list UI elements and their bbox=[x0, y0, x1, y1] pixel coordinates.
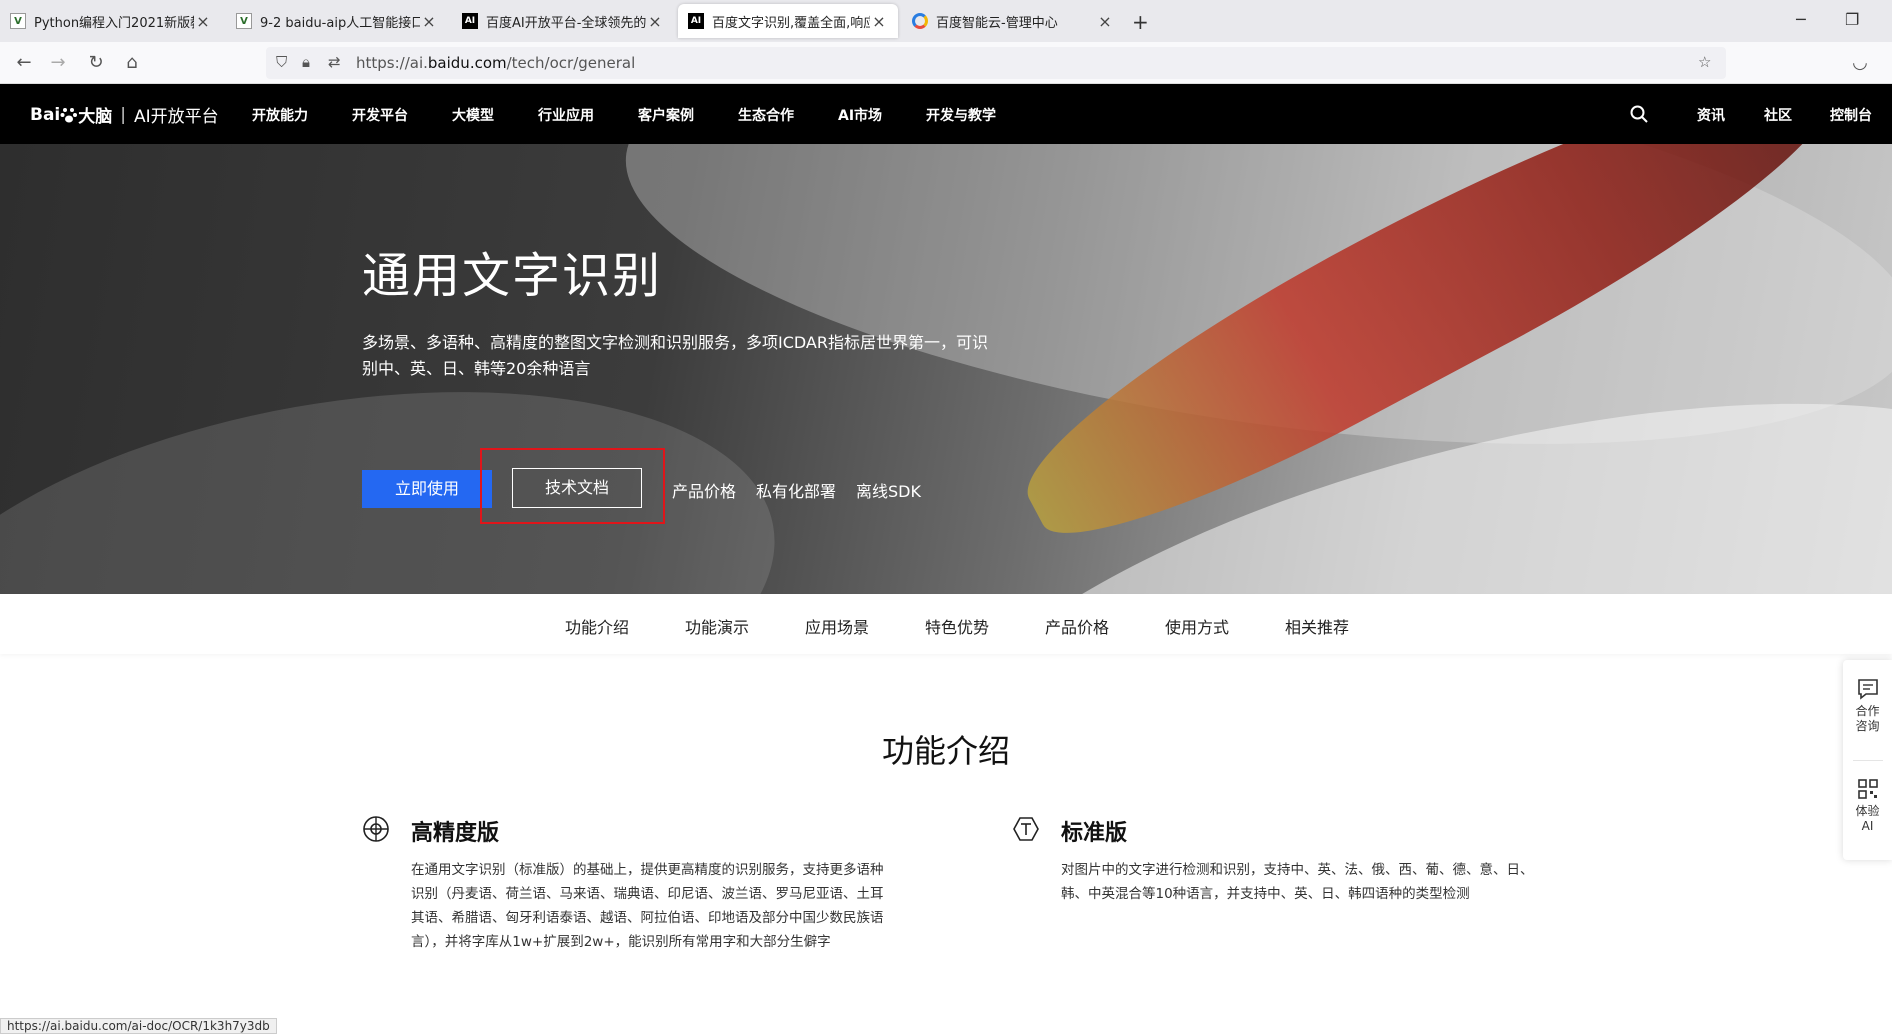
nav-item[interactable]: AI市场 bbox=[838, 105, 882, 125]
nav-item[interactable]: 开发与教学 bbox=[926, 105, 996, 125]
tab-recommend[interactable]: 相关推荐 bbox=[1285, 614, 1349, 638]
lock-icon[interactable]: 🔒︎ bbox=[302, 53, 310, 71]
restore-icon[interactable]: ❐ bbox=[1845, 10, 1859, 29]
private-deploy-link[interactable]: 私有化部署 bbox=[756, 478, 836, 502]
permissions-icon[interactable]: ⇄ bbox=[328, 53, 341, 71]
tab-title: 百度文字识别,覆盖全面,响应迅 bbox=[712, 15, 870, 31]
url-text[interactable]: https://ai.baidu.com/tech/ocr/general bbox=[356, 54, 635, 72]
new-tab-icon[interactable]: + bbox=[1132, 10, 1149, 34]
tab-pricing[interactable]: 产品价格 bbox=[1045, 614, 1109, 638]
use-now-button[interactable]: 立即使用 bbox=[362, 470, 492, 508]
shield-icon[interactable]: ⛉ bbox=[276, 53, 287, 71]
chat-icon bbox=[1857, 679, 1878, 700]
try-ai-label: 体验AI bbox=[1855, 804, 1880, 833]
tab-title: 百度智能云-管理中心 bbox=[936, 15, 1058, 31]
bookmark-star-icon[interactable]: ☆ bbox=[1698, 53, 1711, 71]
offline-sdk-link[interactable]: 离线SDK bbox=[856, 478, 921, 502]
page-title: 通用文字识别 bbox=[362, 248, 663, 304]
community-link[interactable]: 社区 bbox=[1764, 105, 1792, 125]
link-status-bar: https://ai.baidu.com/ai-doc/OCR/1k3h7y3d… bbox=[0, 1018, 277, 1034]
forward-icon[interactable]: → bbox=[46, 51, 70, 75]
consult-button[interactable]: 合作咨询 bbox=[1843, 678, 1892, 734]
tab-title: 9-2 baidu-aip人工智能接口（2 bbox=[260, 15, 420, 31]
v-icon: V bbox=[236, 13, 252, 29]
minimize-icon[interactable]: ─ bbox=[1796, 10, 1806, 29]
tab-usage[interactable]: 使用方式 bbox=[1165, 614, 1229, 638]
feature-name: 高精度版 bbox=[411, 821, 500, 846]
address-bar[interactable]: ⛉ 🔒︎ ⇄ https://ai.baidu.com/tech/ocr/gen… bbox=[266, 47, 1726, 79]
browser-tab-strip: V Python编程入门2021新版教程 × V 9-2 baidu-aip人工… bbox=[0, 0, 1892, 42]
floating-side-widget: 合作咨询 体验AI bbox=[1843, 660, 1892, 860]
nav-item[interactable]: 客户案例 bbox=[638, 105, 694, 125]
hero-banner: 通用文字识别 多场景、多语种、高精度的整图文字检测和识别服务，多项ICDAR指标… bbox=[0, 144, 1892, 594]
tab-title: Python编程入门2021新版教程 bbox=[34, 15, 194, 31]
paw-icon bbox=[60, 107, 78, 122]
nav-item[interactable]: 生态合作 bbox=[738, 105, 794, 125]
tab-advantages[interactable]: 特色优势 bbox=[925, 614, 989, 638]
reload-icon[interactable]: ↻ bbox=[84, 51, 108, 75]
target-icon bbox=[363, 816, 389, 842]
browser-tab[interactable]: V Python编程入门2021新版教程 × bbox=[0, 4, 222, 38]
close-icon[interactable]: × bbox=[1096, 12, 1114, 31]
consult-label: 合作咨询 bbox=[1855, 704, 1880, 733]
home-icon[interactable]: ⌂ bbox=[120, 51, 144, 75]
nav-item[interactable]: 开发平台 bbox=[352, 105, 408, 125]
text-t-icon bbox=[1013, 817, 1039, 841]
feature-description: 对图片中的文字进行检测和识别，支持中、英、法、俄、西、葡、德、意、日、韩、中英混… bbox=[1061, 862, 1534, 902]
v-icon: V bbox=[10, 13, 26, 29]
tab-scenarios[interactable]: 应用场景 bbox=[805, 614, 869, 638]
close-icon[interactable]: × bbox=[420, 12, 438, 31]
qr-code-icon bbox=[1857, 779, 1878, 799]
nav-item[interactable]: 大模型 bbox=[452, 105, 494, 125]
browser-toolbar: ← → ↻ ⌂ ⛉ 🔒︎ ⇄ https://ai.baidu.com/tech… bbox=[0, 42, 1892, 84]
hero-description: 多场景、多语种、高精度的整图文字检测和识别服务，多项ICDAR指标居世界第一，可… bbox=[362, 333, 988, 378]
cloud-icon bbox=[912, 13, 928, 29]
site-header: Bai 大脑 | AI开放平台 开放能力 开发平台 大模型 行业应用 客户案例 … bbox=[0, 84, 1892, 144]
close-icon[interactable]: × bbox=[646, 12, 664, 31]
highlight-frame bbox=[480, 448, 665, 524]
browser-tab-active[interactable]: AI 百度文字识别,覆盖全面,响应迅 × bbox=[678, 4, 898, 38]
feature-description: 在通用文字识别（标准版）的基础上，提供更高精度的识别服务，支持更多语种识别（丹麦… bbox=[411, 862, 884, 950]
pocket-icon[interactable]: ◡ bbox=[1848, 51, 1872, 75]
main-nav: 开放能力 开发平台 大模型 行业应用 客户案例 生态合作 AI市场 开发与教学 bbox=[252, 105, 1040, 125]
tab-title: 百度AI开放平台-全球领先的人工 bbox=[486, 15, 646, 31]
nav-item[interactable]: 行业应用 bbox=[538, 105, 594, 125]
search-icon[interactable] bbox=[1630, 105, 1648, 123]
pricing-link[interactable]: 产品价格 bbox=[672, 478, 736, 502]
tab-features[interactable]: 功能介绍 bbox=[565, 614, 629, 638]
news-link[interactable]: 资讯 bbox=[1697, 105, 1725, 125]
browser-tab[interactable]: 百度智能云-管理中心 × bbox=[902, 4, 1124, 38]
section-nav: 功能介绍 功能演示 应用场景 特色优势 产品价格 使用方式 相关推荐 bbox=[0, 594, 1892, 654]
close-icon[interactable]: × bbox=[194, 12, 212, 31]
nav-item[interactable]: 开放能力 bbox=[252, 105, 308, 125]
ai-icon: AI bbox=[688, 13, 704, 29]
tab-demo[interactable]: 功能演示 bbox=[685, 614, 749, 638]
try-ai-button[interactable]: 体验AI bbox=[1843, 778, 1892, 834]
baidu-ai-logo[interactable]: Bai 大脑 | AI开放平台 bbox=[30, 102, 219, 128]
section-title: 功能介绍 bbox=[881, 732, 1010, 770]
back-icon[interactable]: ← bbox=[12, 51, 36, 75]
close-icon[interactable]: × bbox=[870, 12, 888, 31]
divider bbox=[1853, 760, 1883, 761]
feature-name: 标准版 bbox=[1061, 821, 1128, 846]
console-link[interactable]: 控制台 bbox=[1830, 105, 1872, 125]
browser-tab[interactable]: V 9-2 baidu-aip人工智能接口（2 × bbox=[226, 4, 448, 38]
browser-tab[interactable]: AI 百度AI开放平台-全球领先的人工 × bbox=[452, 4, 674, 38]
ai-icon: AI bbox=[462, 13, 478, 29]
